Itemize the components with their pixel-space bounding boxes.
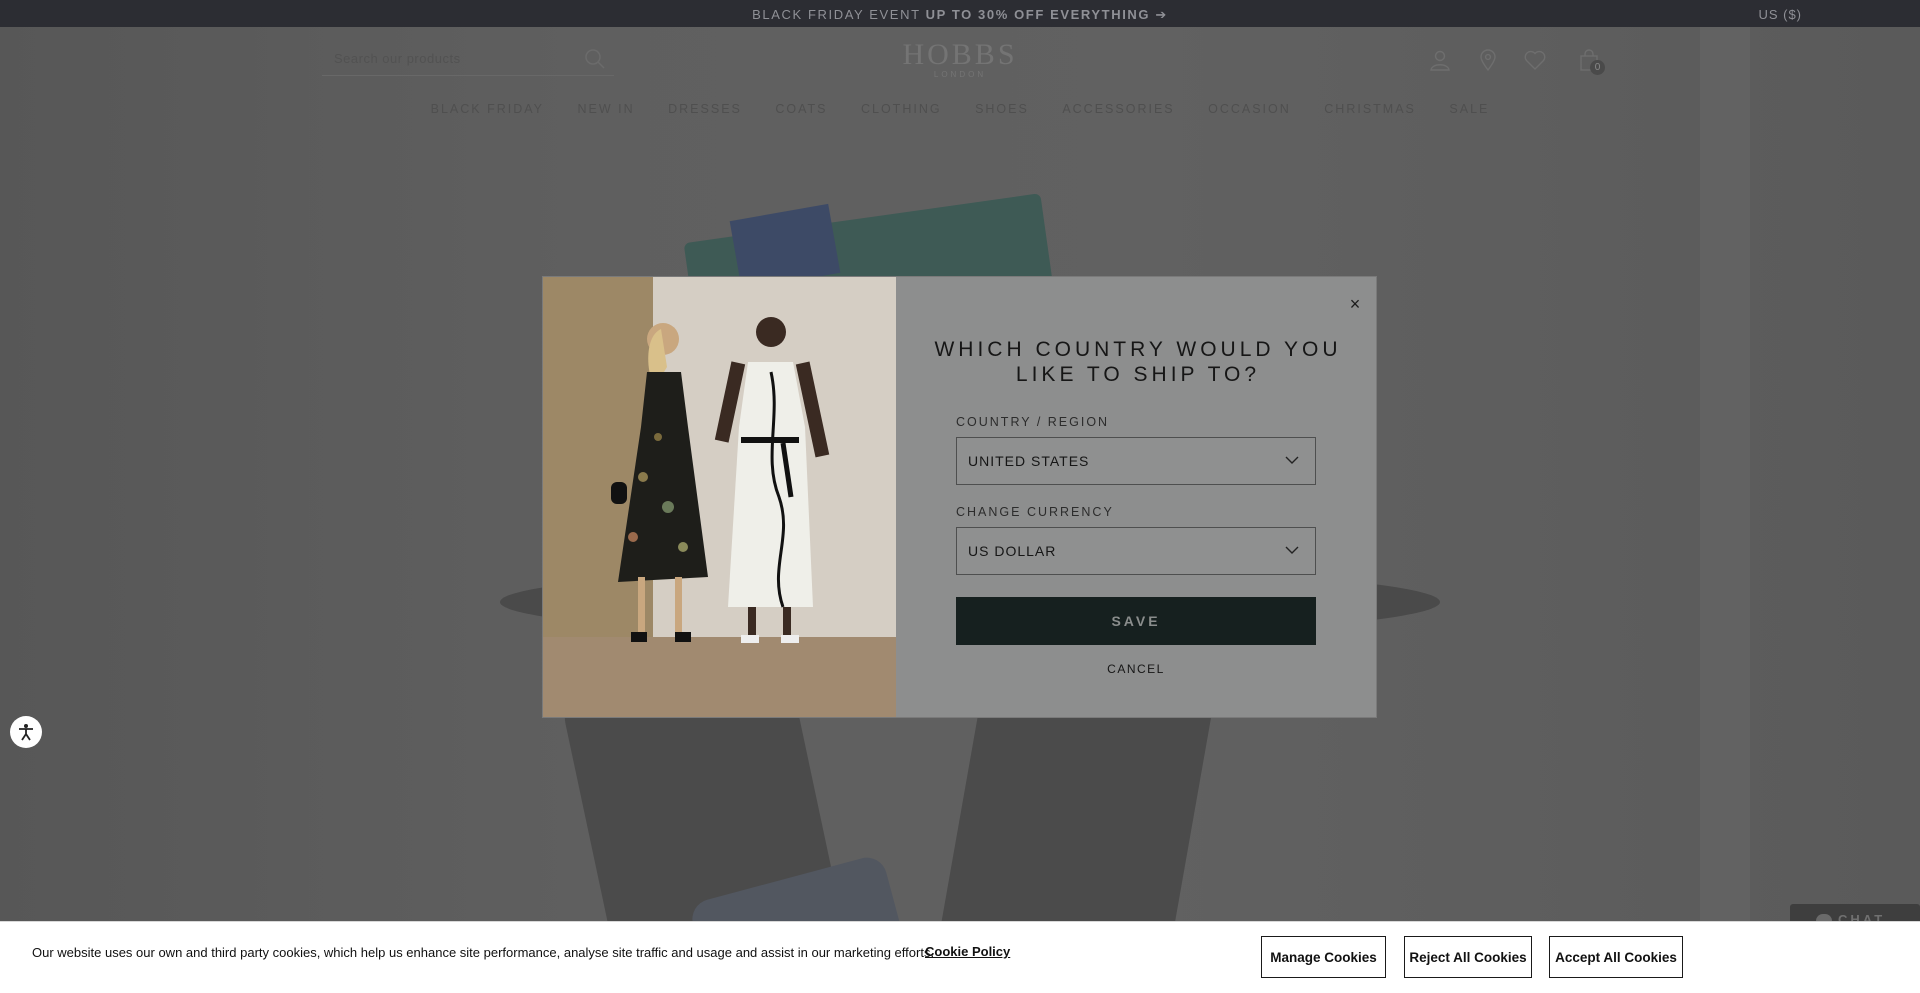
nav-item-accessories[interactable]: ACCESSORIES (1062, 102, 1174, 116)
locale-selector[interactable]: US ($) (1758, 7, 1802, 22)
cookie-message: Our website uses our own and third party… (32, 945, 935, 960)
accessibility-icon (19, 724, 33, 741)
hero-image-curtain (1700, 27, 1750, 993)
change-currency-label: CHANGE CURRENCY (956, 505, 1114, 519)
nav-item-dresses[interactable]: DRESSES (668, 102, 742, 116)
chevron-down-icon (1285, 456, 1299, 464)
fashion-models-illustration (543, 277, 896, 717)
accept-all-cookies-button[interactable]: Accept All Cookies (1549, 936, 1683, 978)
manage-cookies-button[interactable]: Manage Cookies (1261, 936, 1386, 978)
nav-item-black-friday[interactable]: BLACK FRIDAY (431, 102, 544, 116)
nav-item-new-in[interactable]: NEW IN (578, 102, 635, 116)
search-placeholder: Search our products (334, 51, 461, 66)
arrow-right-icon: ➔ (1155, 7, 1168, 22)
close-icon[interactable]: × (1343, 292, 1367, 316)
currency-select[interactable]: US DOLLAR (956, 527, 1316, 575)
nav-item-coats[interactable]: COATS (775, 102, 827, 116)
cancel-button[interactable]: CANCEL (1076, 662, 1196, 676)
nav-item-shoes[interactable]: SHOES (975, 102, 1029, 116)
modal-title: WHICH COUNTRY WOULD YOU LIKE TO SHIP TO? (934, 338, 1342, 386)
country-region-label: COUNTRY / REGION (956, 415, 1110, 429)
search-input[interactable]: Search our products (322, 42, 614, 76)
promo-bar: BLACK FRIDAY EVENT UP TO 30% OFF EVERYTH… (0, 0, 1920, 27)
nav-item-christmas[interactable]: CHRISTMAS (1324, 102, 1416, 116)
country-region-select[interactable]: UNITED STATES (956, 437, 1316, 485)
bag-count-badge: 0 (1590, 60, 1605, 75)
chevron-down-icon (1285, 546, 1299, 554)
save-button[interactable]: SAVE (956, 597, 1316, 645)
wishlist-heart-icon[interactable] (1523, 48, 1547, 72)
nav-item-sale[interactable]: SALE (1449, 102, 1489, 116)
nav-item-occasion[interactable]: OCCASION (1208, 102, 1291, 116)
promo-banner-link[interactable]: BLACK FRIDAY EVENT UP TO 30% OFF EVERYTH… (0, 7, 1920, 23)
main-navigation: BLACK FRIDAY NEW IN DRESSES COATS CLOTHI… (0, 102, 1920, 116)
site-logo[interactable]: HOBBS LONDON (900, 38, 1020, 79)
cookie-banner: Our website uses our own and third party… (0, 921, 1920, 993)
search-icon[interactable] (584, 48, 606, 70)
account-icon[interactable] (1428, 48, 1452, 72)
cookie-policy-link[interactable]: Cookie Policy (925, 944, 1010, 959)
store-locator-icon[interactable] (1476, 48, 1500, 72)
reject-all-cookies-button[interactable]: Reject All Cookies (1404, 936, 1532, 978)
ship-to-country-modal: × WHICH COUNTRY WOULD YOU LIKE TO SHIP T… (543, 277, 1376, 717)
logo-wordmark: HOBBS (902, 38, 1018, 71)
promo-highlight: UP TO 30% OFF EVERYTHING (925, 7, 1151, 22)
currency-value: US DOLLAR (968, 543, 1057, 559)
promo-text: BLACK FRIDAY EVENT (752, 7, 926, 22)
logo-subtitle: LONDON (933, 70, 987, 79)
modal-fashion-photo (543, 277, 896, 717)
accessibility-button[interactable] (10, 716, 42, 748)
nav-item-clothing[interactable]: CLOTHING (861, 102, 942, 116)
country-region-value: UNITED STATES (968, 453, 1090, 469)
